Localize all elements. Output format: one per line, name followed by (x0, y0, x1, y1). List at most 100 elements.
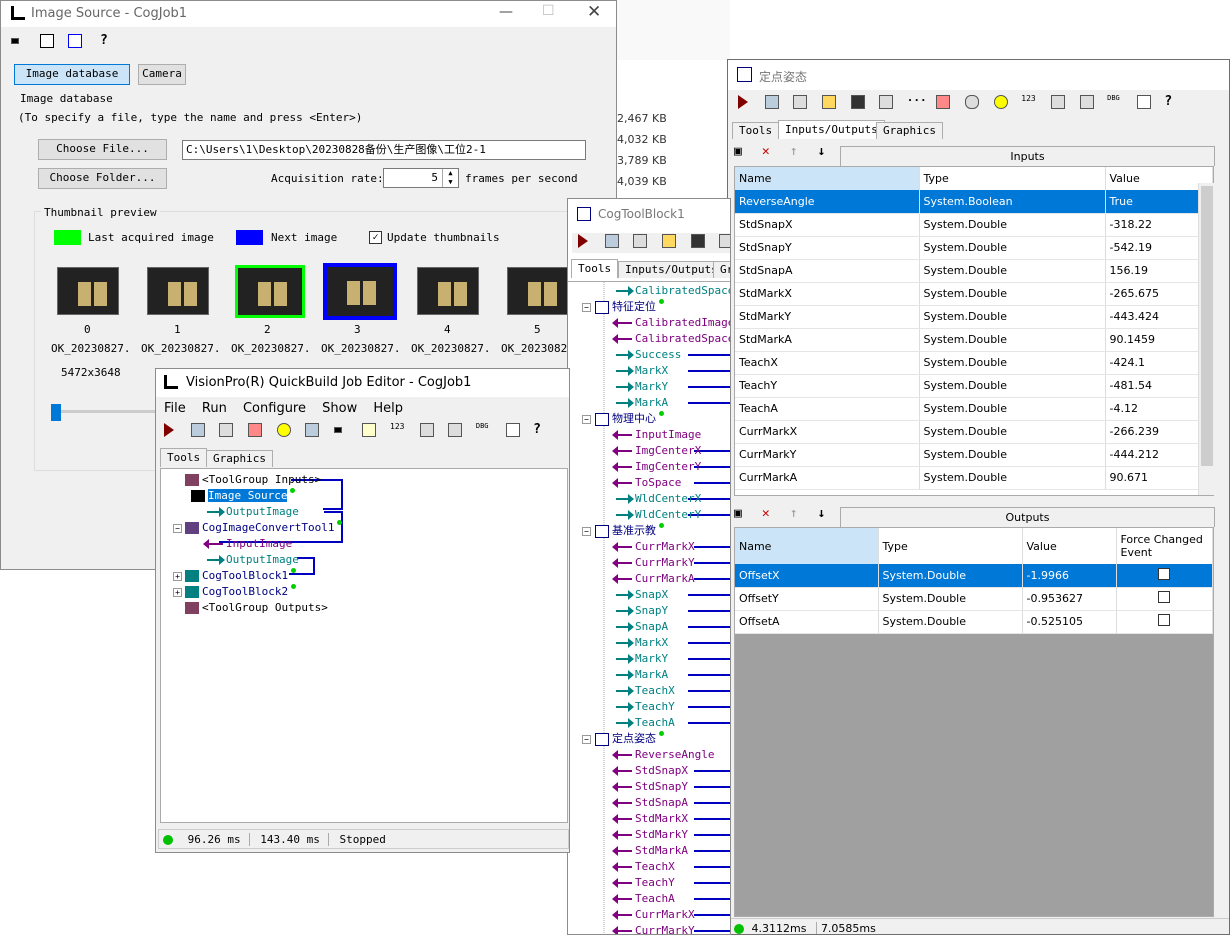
open-icon[interactable] (821, 94, 837, 110)
save-icon[interactable] (690, 233, 706, 249)
table-row[interactable]: StdMarkY System.Double -443.424 (735, 305, 1213, 329)
table-row[interactable]: CurrMarkA System.Double 90.671 (735, 466, 1213, 490)
col-type[interactable]: Type (878, 528, 1023, 564)
delete-icon[interactable]: ✕ (756, 506, 776, 521)
input-terminal[interactable]: ReverseAngle (612, 747, 714, 763)
tools-icon[interactable] (1079, 94, 1095, 110)
cell-value[interactable]: -443.424 (1105, 305, 1213, 329)
thumbnail-last[interactable] (235, 265, 305, 318)
force-changed-checkbox[interactable] (1158, 591, 1171, 603)
cell-value[interactable]: 90.1459 (1105, 328, 1213, 352)
menu-configure[interactable]: Configure (243, 401, 306, 416)
ruler-icon[interactable] (1136, 94, 1152, 110)
output-terminal[interactable]: MarkA (616, 395, 668, 411)
output-terminal[interactable]: OutputImage (207, 552, 299, 568)
output-terminal[interactable]: WldCenterY (616, 507, 701, 523)
debug-icon[interactable]: DBG (476, 422, 492, 438)
choose-file-button[interactable]: Choose File... (38, 139, 167, 160)
acq-rate-input[interactable]: 5 ▲ ▼ (383, 168, 459, 188)
brush-icon[interactable] (304, 422, 320, 438)
cell-value[interactable]: -318.22 (1105, 213, 1213, 237)
input-terminal[interactable]: CalibratedImage (612, 315, 730, 331)
ruler-icon[interactable] (39, 33, 55, 49)
up-arrow-icon[interactable]: ↑ (784, 144, 804, 159)
cell-value[interactable]: -424.1 (1105, 351, 1213, 375)
save-icon[interactable] (850, 94, 866, 110)
menu-run[interactable]: Run (202, 401, 227, 416)
input-terminal[interactable]: ToSpace (612, 475, 681, 491)
output-terminal[interactable]: MarkX (616, 635, 668, 651)
tab-graphics[interactable]: Graphics (876, 122, 943, 139)
tools-icon[interactable] (447, 422, 463, 438)
open-icon[interactable] (661, 233, 677, 249)
table-row[interactable]: CurrMarkX System.Double -266.239 (735, 420, 1213, 444)
table-row[interactable]: CurrMarkY System.Double -444.212 (735, 443, 1213, 467)
output-terminal[interactable]: MarkY (616, 651, 668, 667)
input-terminal[interactable]: ImgCenterX (612, 443, 701, 459)
help-icon[interactable]: ? (96, 33, 112, 49)
maximize-button[interactable]: ☐ (542, 3, 555, 19)
grid-icon[interactable] (67, 33, 83, 49)
close-button[interactable]: ✕ (587, 2, 601, 22)
output-terminal[interactable]: MarkX (616, 363, 668, 379)
tree-node[interactable]: − CogImageConvertTool1 (173, 520, 343, 536)
run-icon[interactable] (161, 422, 177, 438)
cell-value[interactable]: True (1105, 190, 1213, 214)
thumbnail[interactable] (57, 267, 119, 315)
thumbnail-next[interactable] (323, 263, 397, 320)
tree-node[interactable]: − 物理中心 (582, 411, 664, 427)
expand-icon[interactable]: − (582, 302, 591, 312)
debug-icon[interactable]: DBG (1107, 94, 1123, 110)
tab-tools[interactable]: Tools (571, 259, 619, 278)
ruler-icon[interactable] (505, 422, 521, 438)
output-terminal[interactable]: WldCenterX (616, 491, 701, 507)
tab-tools[interactable]: Tools (160, 448, 208, 467)
tree-node[interactable]: + CogToolBlock2 (173, 584, 297, 600)
expand-icon[interactable]: − (582, 414, 591, 424)
output-terminal[interactable]: CalibratedSpaceN (616, 283, 730, 299)
new-icon[interactable]: ▣ (734, 144, 748, 159)
menu-show[interactable]: Show (322, 401, 357, 416)
tree-node[interactable]: − 定点姿态 (582, 731, 664, 747)
col-name[interactable]: Name (735, 167, 920, 190)
col-value[interactable]: Value (1022, 528, 1117, 564)
expand-icon[interactable]: − (582, 734, 591, 744)
cell-value[interactable]: 156.19 (1105, 259, 1213, 283)
tab-image-database[interactable]: Image database (14, 64, 130, 85)
col-force-changed[interactable]: Force Changed Event (1116, 528, 1213, 564)
table-row[interactable]: StdMarkX System.Double -265.675 (735, 282, 1213, 306)
tree-node[interactable]: − 基准示教 (582, 523, 664, 539)
table-row[interactable]: OffsetX System.Double -1.9966 (735, 564, 1213, 588)
col-type[interactable]: Type (919, 167, 1106, 190)
cell-value[interactable]: -266.239 (1105, 420, 1213, 444)
table-row[interactable]: ReverseAngle System.Boolean True (735, 190, 1213, 214)
tab-inputs-outputs[interactable]: Inputs/Outputs (618, 261, 725, 278)
continuous-run-icon[interactable] (764, 94, 780, 110)
tree-node[interactable]: − 特征定位 (582, 299, 664, 315)
input-terminal[interactable]: CalibratedSpaceN (612, 331, 730, 347)
thumbnail[interactable] (147, 267, 209, 315)
table-row[interactable]: OffsetA System.Double -0.525105 (735, 610, 1213, 634)
delete-icon[interactable]: ✕ (756, 144, 776, 159)
thumbnail[interactable] (507, 267, 569, 315)
run-icon[interactable] (735, 94, 751, 110)
expand-icon[interactable]: − (582, 526, 591, 536)
table-row[interactable]: TeachY System.Double -481.54 (735, 374, 1213, 398)
tree-node[interactable]: <ToolGroup Outputs> (185, 600, 328, 616)
tab-camera[interactable]: Camera (138, 64, 186, 85)
menu-help[interactable]: Help (373, 401, 403, 416)
down-arrow-icon[interactable]: ↓ (811, 144, 831, 159)
file-path-input[interactable]: C:\Users\1\Desktop\20230828备份\生产图像\工位2-1 (182, 140, 586, 160)
floppy-icon[interactable] (718, 233, 730, 249)
cell-value[interactable]: -4.12 (1105, 397, 1213, 421)
reset-icon[interactable] (218, 422, 234, 438)
terminal-icon[interactable] (419, 422, 435, 438)
tab-graphics[interactable]: Graphics (206, 450, 273, 467)
tree-node[interactable]: <ToolGroup Inputs> (185, 472, 321, 488)
up-arrow-icon[interactable]: ↑ (784, 506, 804, 521)
input-terminal[interactable]: TeachY (612, 875, 675, 891)
input-terminal[interactable]: StdMarkA (612, 843, 688, 859)
reset-icon[interactable] (632, 233, 648, 249)
lightning-icon[interactable] (993, 94, 1009, 110)
floppy-icon[interactable] (878, 94, 894, 110)
